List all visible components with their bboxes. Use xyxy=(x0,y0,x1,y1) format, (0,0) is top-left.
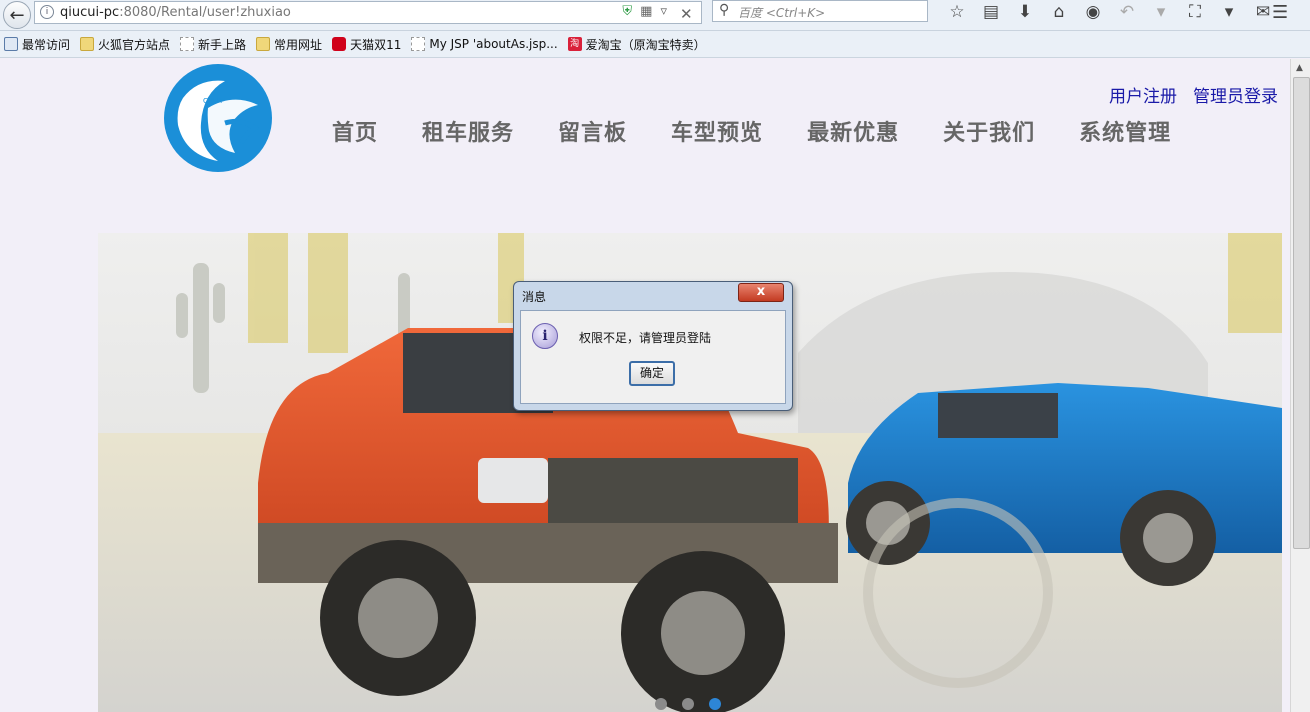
bookmark-item[interactable]: 新手上路 xyxy=(180,36,246,53)
search-placeholder: 百度 <Ctrl+K> xyxy=(738,6,826,20)
nav-home[interactable]: 首页 xyxy=(332,115,378,147)
dialog-message: 权限不足，请管理员登陆 xyxy=(579,331,712,345)
message-dialog: 消息 x i 权限不足，请管理员登陆 确定 xyxy=(513,281,793,411)
url-text[interactable]: qiucui-pc:8080/Rental/user!zhuxiao xyxy=(60,5,291,20)
carousel-dot-active[interactable] xyxy=(709,698,721,710)
svg-text:C A R: C A R xyxy=(203,97,222,105)
bookmark-item[interactable]: 常用网址 xyxy=(256,36,322,53)
bookmark-item[interactable]: 最常访问 xyxy=(4,36,70,53)
back-arrow-icon[interactable]: ← xyxy=(3,1,31,29)
chevron-down-icon[interactable]: ▾ xyxy=(1212,2,1246,22)
bookmark-item[interactable]: 淘爱淘宝（原淘宝特卖） xyxy=(567,36,706,53)
star-icon xyxy=(4,37,18,51)
page-scrollbar[interactable]: ▲ xyxy=(1290,59,1310,712)
shield-icon[interactable]: ⛨ xyxy=(622,4,632,19)
nav-message-board[interactable]: 留言板 xyxy=(558,115,627,147)
home-icon[interactable]: ⌂ xyxy=(1042,2,1076,22)
globe-icon: i xyxy=(40,5,54,19)
nav-latest-offers[interactable]: 最新优惠 xyxy=(807,115,899,147)
close-icon[interactable]: ✕ xyxy=(680,5,693,23)
page-icon xyxy=(411,37,426,51)
undo-icon[interactable]: ↶ xyxy=(1110,2,1144,22)
scroll-up-icon[interactable]: ▲ xyxy=(1296,63,1303,73)
dropdown-arrow-icon[interactable]: ▿ xyxy=(660,4,667,19)
dialog-title: 消息 xyxy=(522,290,547,304)
folder-icon xyxy=(80,37,95,51)
register-link[interactable]: 用户注册 xyxy=(1109,82,1177,107)
taobao-icon: 淘 xyxy=(567,37,582,51)
carousel-dot[interactable] xyxy=(682,698,694,710)
bookmark-item[interactable]: 火狐官方站点 xyxy=(80,36,170,53)
company-logo[interactable]: C A R xyxy=(163,63,273,173)
bookmark-item[interactable]: My JSP 'aboutAs.jsp... xyxy=(411,37,558,51)
ok-button[interactable]: 确定 xyxy=(629,361,675,386)
download-icon[interactable]: ⬇ xyxy=(1008,2,1042,22)
close-button[interactable]: x xyxy=(738,283,784,302)
nav-system-admin[interactable]: 系统管理 xyxy=(1079,115,1171,147)
scrollbar-thumb[interactable] xyxy=(1293,77,1310,549)
url-bar[interactable]: i qiucui-pc:8080/Rental/user!zhuxiao ⛨ ▦… xyxy=(34,1,702,24)
tmall-icon xyxy=(332,37,347,51)
carousel-dots xyxy=(655,698,721,710)
page-icon xyxy=(180,37,195,51)
chat-icon[interactable]: ◉ xyxy=(1076,2,1110,22)
dialog-body: i 权限不足，请管理员登陆 确定 xyxy=(520,310,786,404)
nav-rental-service[interactable]: 租车服务 xyxy=(422,115,514,147)
star-icon[interactable]: ☆ xyxy=(940,2,974,22)
search-bar[interactable]: ⚲ 百度 <Ctrl+K> xyxy=(712,0,928,22)
top-nav: 用户注册 管理员登录 xyxy=(1109,82,1278,107)
search-icon: ⚲ xyxy=(719,2,730,18)
carousel-dot[interactable] xyxy=(655,698,667,710)
bookmark-item[interactable]: 天猫双11 xyxy=(332,36,401,53)
nav-about-us[interactable]: 关于我们 xyxy=(943,115,1035,147)
info-icon: i xyxy=(532,323,558,349)
main-nav: 首页 租车服务 留言板 车型预览 最新优惠 关于我们 系统管理 xyxy=(310,115,1193,147)
crop-icon[interactable]: ⛶ xyxy=(1178,2,1212,22)
folder-icon xyxy=(256,37,271,51)
reading-list-icon[interactable]: ▤ xyxy=(974,2,1008,22)
admin-login-link[interactable]: 管理员登录 xyxy=(1193,82,1278,107)
chevron-down-icon[interactable]: ▾ xyxy=(1144,2,1178,22)
nav-car-preview[interactable]: 车型预览 xyxy=(671,115,763,147)
hamburger-menu-icon[interactable]: ☰ xyxy=(1272,2,1288,23)
qr-code-icon[interactable]: ▦ xyxy=(640,4,652,19)
browser-toolbar: ← i qiucui-pc:8080/Rental/user!zhuxiao ⛨… xyxy=(0,0,1310,31)
bookmarks-bar: 最常访问 火狐官方站点 新手上路 常用网址 天猫双11 My JSP 'abou… xyxy=(0,31,1310,58)
